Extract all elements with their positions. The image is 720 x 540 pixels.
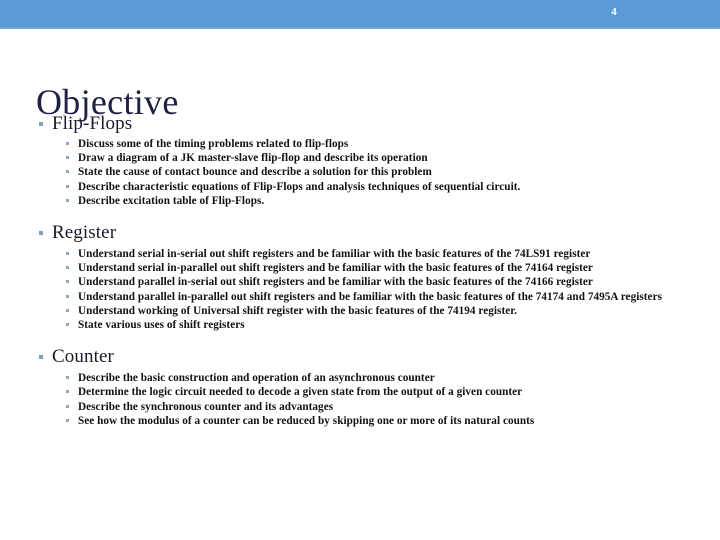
- square-bullet-icon: [66, 308, 69, 312]
- list-item-label: Describe the synchronous counter and its…: [78, 400, 334, 413]
- list-item-label: Understand serial in-serial out shift re…: [78, 248, 591, 261]
- list-item-label: Understand serial in-parallel out shift …: [78, 262, 593, 275]
- square-bullet-icon: [66, 280, 69, 284]
- section-heading-label: Register: [52, 222, 117, 244]
- sublist-counter: Describe the basic construction and oper…: [30, 371, 692, 428]
- section-counter: Counter Describe the basic construction …: [30, 345, 692, 428]
- list-item: Understand parallel in-serial out shift …: [30, 275, 692, 289]
- list-item-label: Understand working of Universal shift re…: [78, 304, 518, 317]
- list-item: Describe the basic construction and oper…: [30, 371, 692, 385]
- list-item: Determine the logic circuit needed to de…: [30, 385, 692, 399]
- list-item-label: Describe the basic construction and oper…: [78, 372, 435, 385]
- list-item: Describe the synchronous counter and its…: [30, 400, 692, 414]
- section-heading-counter: Counter: [30, 345, 692, 369]
- square-bullet-icon: [66, 266, 69, 270]
- square-bullet-icon: [66, 252, 69, 256]
- list-item: Describe excitation table of Flip-Flops.: [30, 194, 692, 208]
- square-bullet-icon: [66, 404, 69, 408]
- section-heading-register: Register: [30, 221, 692, 245]
- square-bullet-icon: [39, 355, 43, 360]
- list-item-label: Discuss some of the timing problems rela…: [78, 138, 349, 150]
- list-item-label: State various uses of shift registers: [78, 319, 245, 332]
- square-bullet-icon: [39, 122, 43, 126]
- list-item-label: Determine the logic circuit needed to de…: [78, 386, 523, 399]
- list-item-label: State the cause of contact bounce and de…: [78, 166, 432, 179]
- square-bullet-icon: [66, 184, 69, 188]
- list-item: Describe characteristic equations of Fli…: [30, 180, 692, 194]
- square-bullet-icon: [66, 418, 69, 422]
- slide-body: Flip-Flops Discuss some of the timing pr…: [30, 112, 692, 431]
- section-heading-label: Flip-Flops: [52, 113, 133, 134]
- list-item-label: Describe excitation table of Flip-Flops.: [78, 194, 265, 207]
- section-flip-flops: Flip-Flops Discuss some of the timing pr…: [30, 112, 692, 208]
- section-heading-flip-flops: Flip-Flops: [30, 112, 692, 136]
- list-item-label: Draw a diagram of a JK master-slave flip…: [78, 152, 428, 165]
- list-item: Discuss some of the timing problems rela…: [30, 137, 692, 151]
- list-item: Understand parallel in-parallel out shif…: [30, 290, 692, 304]
- list-item: Understand serial in-parallel out shift …: [30, 261, 692, 275]
- list-item: Understand working of Universal shift re…: [30, 304, 692, 318]
- list-item: See how the modulus of a counter can be …: [30, 414, 692, 428]
- sublist-register: Understand serial in-serial out shift re…: [30, 247, 692, 332]
- list-item: State various uses of shift registers: [30, 318, 692, 332]
- section-heading-label: Counter: [52, 346, 114, 368]
- list-item-label: Understand parallel in-serial out shift …: [78, 276, 593, 289]
- square-bullet-icon: [66, 323, 69, 327]
- square-bullet-icon: [66, 376, 69, 380]
- square-bullet-icon: [66, 390, 69, 394]
- square-bullet-icon: [66, 198, 69, 202]
- list-item-label: See how the modulus of a counter can be …: [78, 414, 535, 427]
- square-bullet-icon: [66, 156, 69, 160]
- header-bar-edge: [0, 27, 720, 29]
- list-item: Understand serial in-serial out shift re…: [30, 247, 692, 261]
- square-bullet-icon: [66, 142, 69, 145]
- list-item: State the cause of contact bounce and de…: [30, 165, 692, 179]
- slide: 4 Objective Flip-Flops Discuss some of t…: [0, 0, 720, 540]
- sublist-flip-flops: Discuss some of the timing problems rela…: [30, 137, 692, 208]
- section-register: Register Understand serial in-serial out…: [30, 221, 692, 332]
- square-bullet-icon: [66, 170, 69, 174]
- page-number: 4: [611, 6, 617, 18]
- square-bullet-icon: [66, 294, 69, 298]
- list-item: Draw a diagram of a JK master-slave flip…: [30, 151, 692, 165]
- list-item-label: Describe characteristic equations of Fli…: [78, 180, 521, 193]
- list-item-label: Understand parallel in-parallel out shif…: [78, 290, 662, 303]
- square-bullet-icon: [39, 231, 43, 236]
